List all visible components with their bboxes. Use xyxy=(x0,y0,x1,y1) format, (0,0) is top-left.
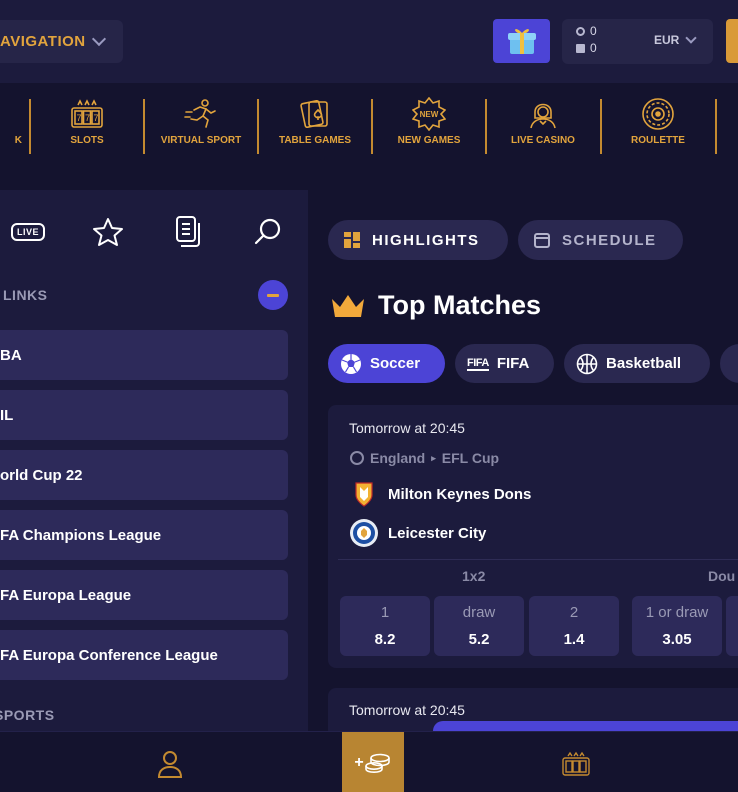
bottom-nav: + xyxy=(0,731,738,792)
favorites-button[interactable] xyxy=(88,212,128,252)
money-balance: 0 xyxy=(576,24,597,38)
gift-icon xyxy=(507,29,536,54)
section-title: Top Matches xyxy=(330,290,541,321)
market-label: Dou xyxy=(708,568,736,584)
coin-icon xyxy=(576,26,585,36)
odd-button[interactable]: 1 8.2 xyxy=(340,596,430,656)
category-slots[interactable]: 7 7 7 SLOTS xyxy=(30,98,144,154)
match-time: Tomorrow at 20:45 xyxy=(349,420,465,436)
team-crest-icon xyxy=(350,480,378,508)
crown-icon xyxy=(332,294,364,317)
pill-fifa[interactable]: FIFA FIFA xyxy=(455,344,554,383)
quick-link-item[interactable]: BA xyxy=(0,330,288,380)
svg-text:NEW: NEW xyxy=(420,110,439,119)
live-icon: LIVE xyxy=(10,223,45,241)
grid-icon xyxy=(344,232,360,248)
slots-icon: 7 7 7 xyxy=(30,98,144,130)
document-icon xyxy=(176,216,200,247)
odd-button[interactable] xyxy=(726,596,738,656)
odd-button[interactable]: 2 1.4 xyxy=(529,596,619,656)
quick-link-item[interactable]: IL xyxy=(0,390,288,440)
coins-icon xyxy=(364,753,390,773)
sport-icon xyxy=(0,98,30,130)
quick-links-title: K LINKS xyxy=(0,287,48,303)
calendar-icon xyxy=(534,232,550,248)
odd-button[interactable]: draw 5.2 xyxy=(434,596,524,656)
divider xyxy=(715,99,717,154)
basketball-icon xyxy=(576,353,598,374)
search-button[interactable] xyxy=(248,212,288,252)
chevron-down-icon xyxy=(91,31,106,47)
category-roulette[interactable]: ROULETTE xyxy=(601,98,715,154)
svg-text:7: 7 xyxy=(85,113,90,123)
category-new-games[interactable]: NEW NEW GAMES xyxy=(372,97,486,154)
svg-text:7: 7 xyxy=(77,113,82,123)
minus-icon xyxy=(267,293,279,297)
svg-text:7: 7 xyxy=(94,113,99,123)
sports-title: SPORTS xyxy=(0,707,55,723)
globe-icon xyxy=(350,451,364,465)
tab-highlights[interactable]: HIGHLIGHTS xyxy=(328,220,508,260)
quick-link-item[interactable]: orld Cup 22 xyxy=(0,450,288,500)
gift-button[interactable] xyxy=(493,19,550,63)
category-table-games[interactable]: TABLE GAMES xyxy=(258,98,372,154)
quick-link-item[interactable]: FA Champions League xyxy=(0,510,288,560)
top-header: AVIGATION 0 0 EUR xyxy=(0,0,738,83)
sidebar: LIVE K LINKS BA IL orld Cup 22 FA Champi… xyxy=(0,190,308,731)
navigation-label: AVIGATION xyxy=(0,33,86,50)
profile-button[interactable] xyxy=(156,750,184,778)
user-icon xyxy=(157,751,183,778)
balance-box[interactable]: 0 0 EUR xyxy=(562,19,713,64)
match-time: Tomorrow at 20:45 xyxy=(349,702,465,718)
tab-schedule[interactable]: SCHEDULE xyxy=(518,220,683,260)
divider xyxy=(338,559,738,560)
category-sport[interactable]: K xyxy=(0,98,30,154)
dealer-icon xyxy=(486,98,600,130)
pill-soccer[interactable]: Soccer xyxy=(328,344,445,383)
deposit-button[interactable] xyxy=(726,19,738,63)
roulette-icon xyxy=(601,98,715,130)
match-card[interactable]: Tomorrow at 20:45 England ▸ EFL Cup Milt… xyxy=(328,405,738,668)
runner-icon xyxy=(144,98,258,130)
gift-small-icon xyxy=(576,43,585,53)
collapse-button[interactable] xyxy=(258,280,288,310)
new-badge-icon: NEW xyxy=(372,97,486,131)
search-icon xyxy=(254,218,281,245)
market-label: 1x2 xyxy=(462,568,486,584)
star-icon xyxy=(93,218,123,246)
cards-icon xyxy=(258,98,372,130)
team-crest-icon xyxy=(350,519,378,547)
bonus-balance: 0 xyxy=(576,41,597,55)
team-home: Milton Keynes Dons xyxy=(350,480,531,508)
fifa-logo-icon: FIFA xyxy=(467,356,489,371)
category-strip: K 7 7 7 SLOTS VIRTUAL SPORT TABLE GAMES … xyxy=(0,83,738,190)
odd-button[interactable]: 1 or draw 3.05 xyxy=(632,596,722,656)
sidebar-toolbar: LIVE xyxy=(0,212,308,252)
chevron-down-icon xyxy=(685,32,698,44)
slots-icon xyxy=(562,751,590,776)
pill-basketball[interactable]: Basketball xyxy=(564,344,710,383)
arrow-right-icon: ▸ xyxy=(431,452,436,463)
live-button[interactable]: LIVE xyxy=(8,212,48,252)
category-live-casino[interactable]: LIVE CASINO xyxy=(486,98,600,154)
deposit-coins-button[interactable]: + xyxy=(342,732,404,792)
betslip-button[interactable] xyxy=(168,212,208,252)
category-virtual-sport[interactable]: VIRTUAL SPORT xyxy=(144,98,258,154)
slots-nav-button[interactable] xyxy=(562,750,590,778)
team-away: Leicester City xyxy=(350,519,486,547)
match-league: England ▸ EFL Cup xyxy=(350,450,499,466)
soccer-ball-icon xyxy=(341,353,361,374)
quick-link-item[interactable]: FA Europa Conference League xyxy=(0,630,288,680)
navigation-dropdown[interactable]: AVIGATION xyxy=(0,20,123,63)
quick-link-item[interactable]: FA Europa League xyxy=(0,570,288,620)
currency-selector[interactable]: EUR xyxy=(654,32,698,47)
pill-more[interactable] xyxy=(720,344,738,383)
